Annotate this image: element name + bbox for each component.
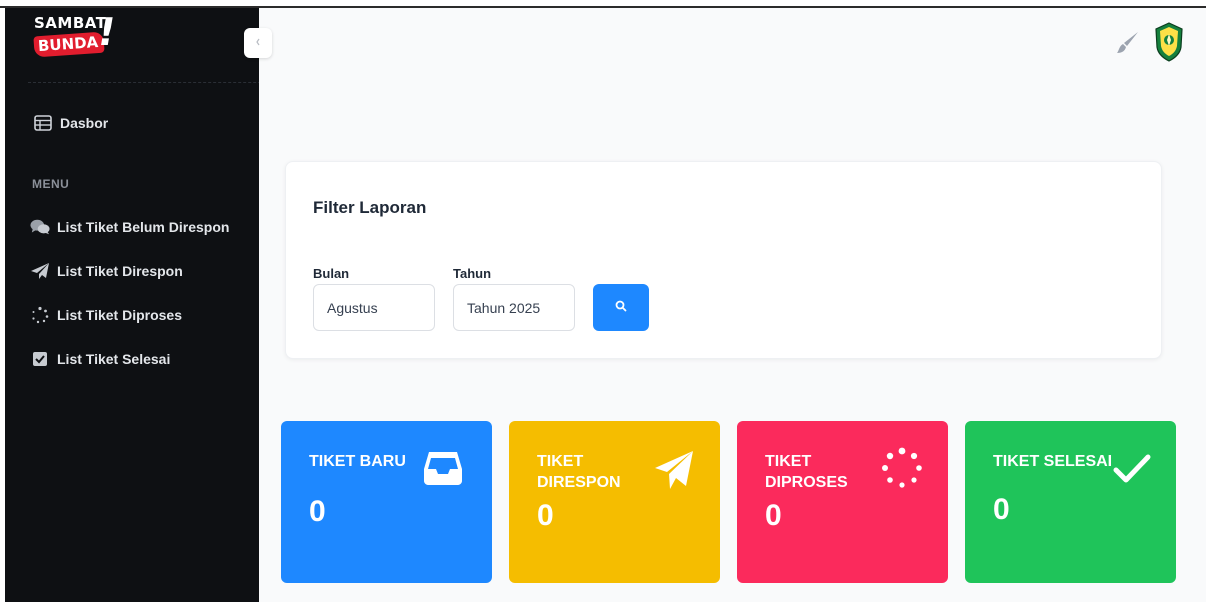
sidebar-item-processing[interactable]: List Tiket Diproses [30,306,182,324]
stat-card-responded-tickets[interactable]: TIKET DIRESPON 0 [509,421,720,583]
app-window: SAMBAT BUNDA ! Dasbor MENU List Tiket Be… [0,0,1206,602]
stat-title: TIKET SELESAI [993,453,1113,470]
year-label: Tahun [453,266,492,281]
sidebar-toggle-button[interactable] [244,28,272,58]
paper-plane-icon [653,449,697,493]
stat-title: TIKET DIRESPON [537,453,621,491]
stat-title: TIKET BARU [309,453,406,470]
check-icon [1113,453,1157,497]
sidebar-item-responded[interactable]: List Tiket Direspon [30,262,183,280]
table-icon [33,114,53,132]
sidebar-item-label: Dasbor [60,115,109,131]
spinner-icon [881,447,925,491]
filter-title: Filter Laporan [313,198,427,217]
sidebar-item-unresponded[interactable]: List Tiket Belum Direspon [30,218,229,236]
paper-plane-icon [30,262,50,280]
stat-card-completed-tickets[interactable]: TIKET SELESAI 0 [965,421,1176,583]
search-icon [615,299,627,317]
sidebar [5,8,259,602]
sidebar-item-label: List Tiket Selesai [57,351,171,367]
stat-value: 0 [537,499,554,532]
checkbox-icon [30,350,50,368]
region-emblem-icon[interactable] [1154,22,1184,62]
sidebar-item-label: List Tiket Direspon [57,263,183,279]
stat-value: 0 [765,499,782,532]
year-select[interactable]: Tahun 2025 [453,284,575,331]
stat-value: 0 [993,493,1010,526]
month-select[interactable]: Agustus [313,284,435,331]
stat-title: TIKET DIPROSES [765,453,848,491]
sidebar-item-completed[interactable]: List Tiket Selesai [30,350,170,368]
chevron-left-icon [254,34,262,52]
menu-heading: MENU [32,177,70,191]
stat-card-new-tickets[interactable]: TIKET BARU 0 [281,421,492,583]
window-top-border [0,0,1206,8]
sidebar-item-dashboard[interactable]: Dasbor [33,114,108,132]
brand-line-1: SAMBAT [34,14,107,32]
inbox-icon [423,449,467,493]
brand-logo[interactable]: SAMBAT BUNDA ! [33,10,119,72]
spinner-icon [30,306,50,324]
sidebar-item-label: List Tiket Belum Direspon [57,219,230,235]
search-button[interactable] [593,284,649,331]
stat-card-processing-tickets[interactable]: TIKET DIPROSES 0 [737,421,948,583]
sidebar-item-label: List Tiket Diproses [57,307,183,323]
month-label: Bulan [313,266,350,281]
chat-bubbles-icon [30,218,50,236]
stat-value: 0 [309,495,326,528]
brush-icon[interactable] [1116,30,1140,56]
